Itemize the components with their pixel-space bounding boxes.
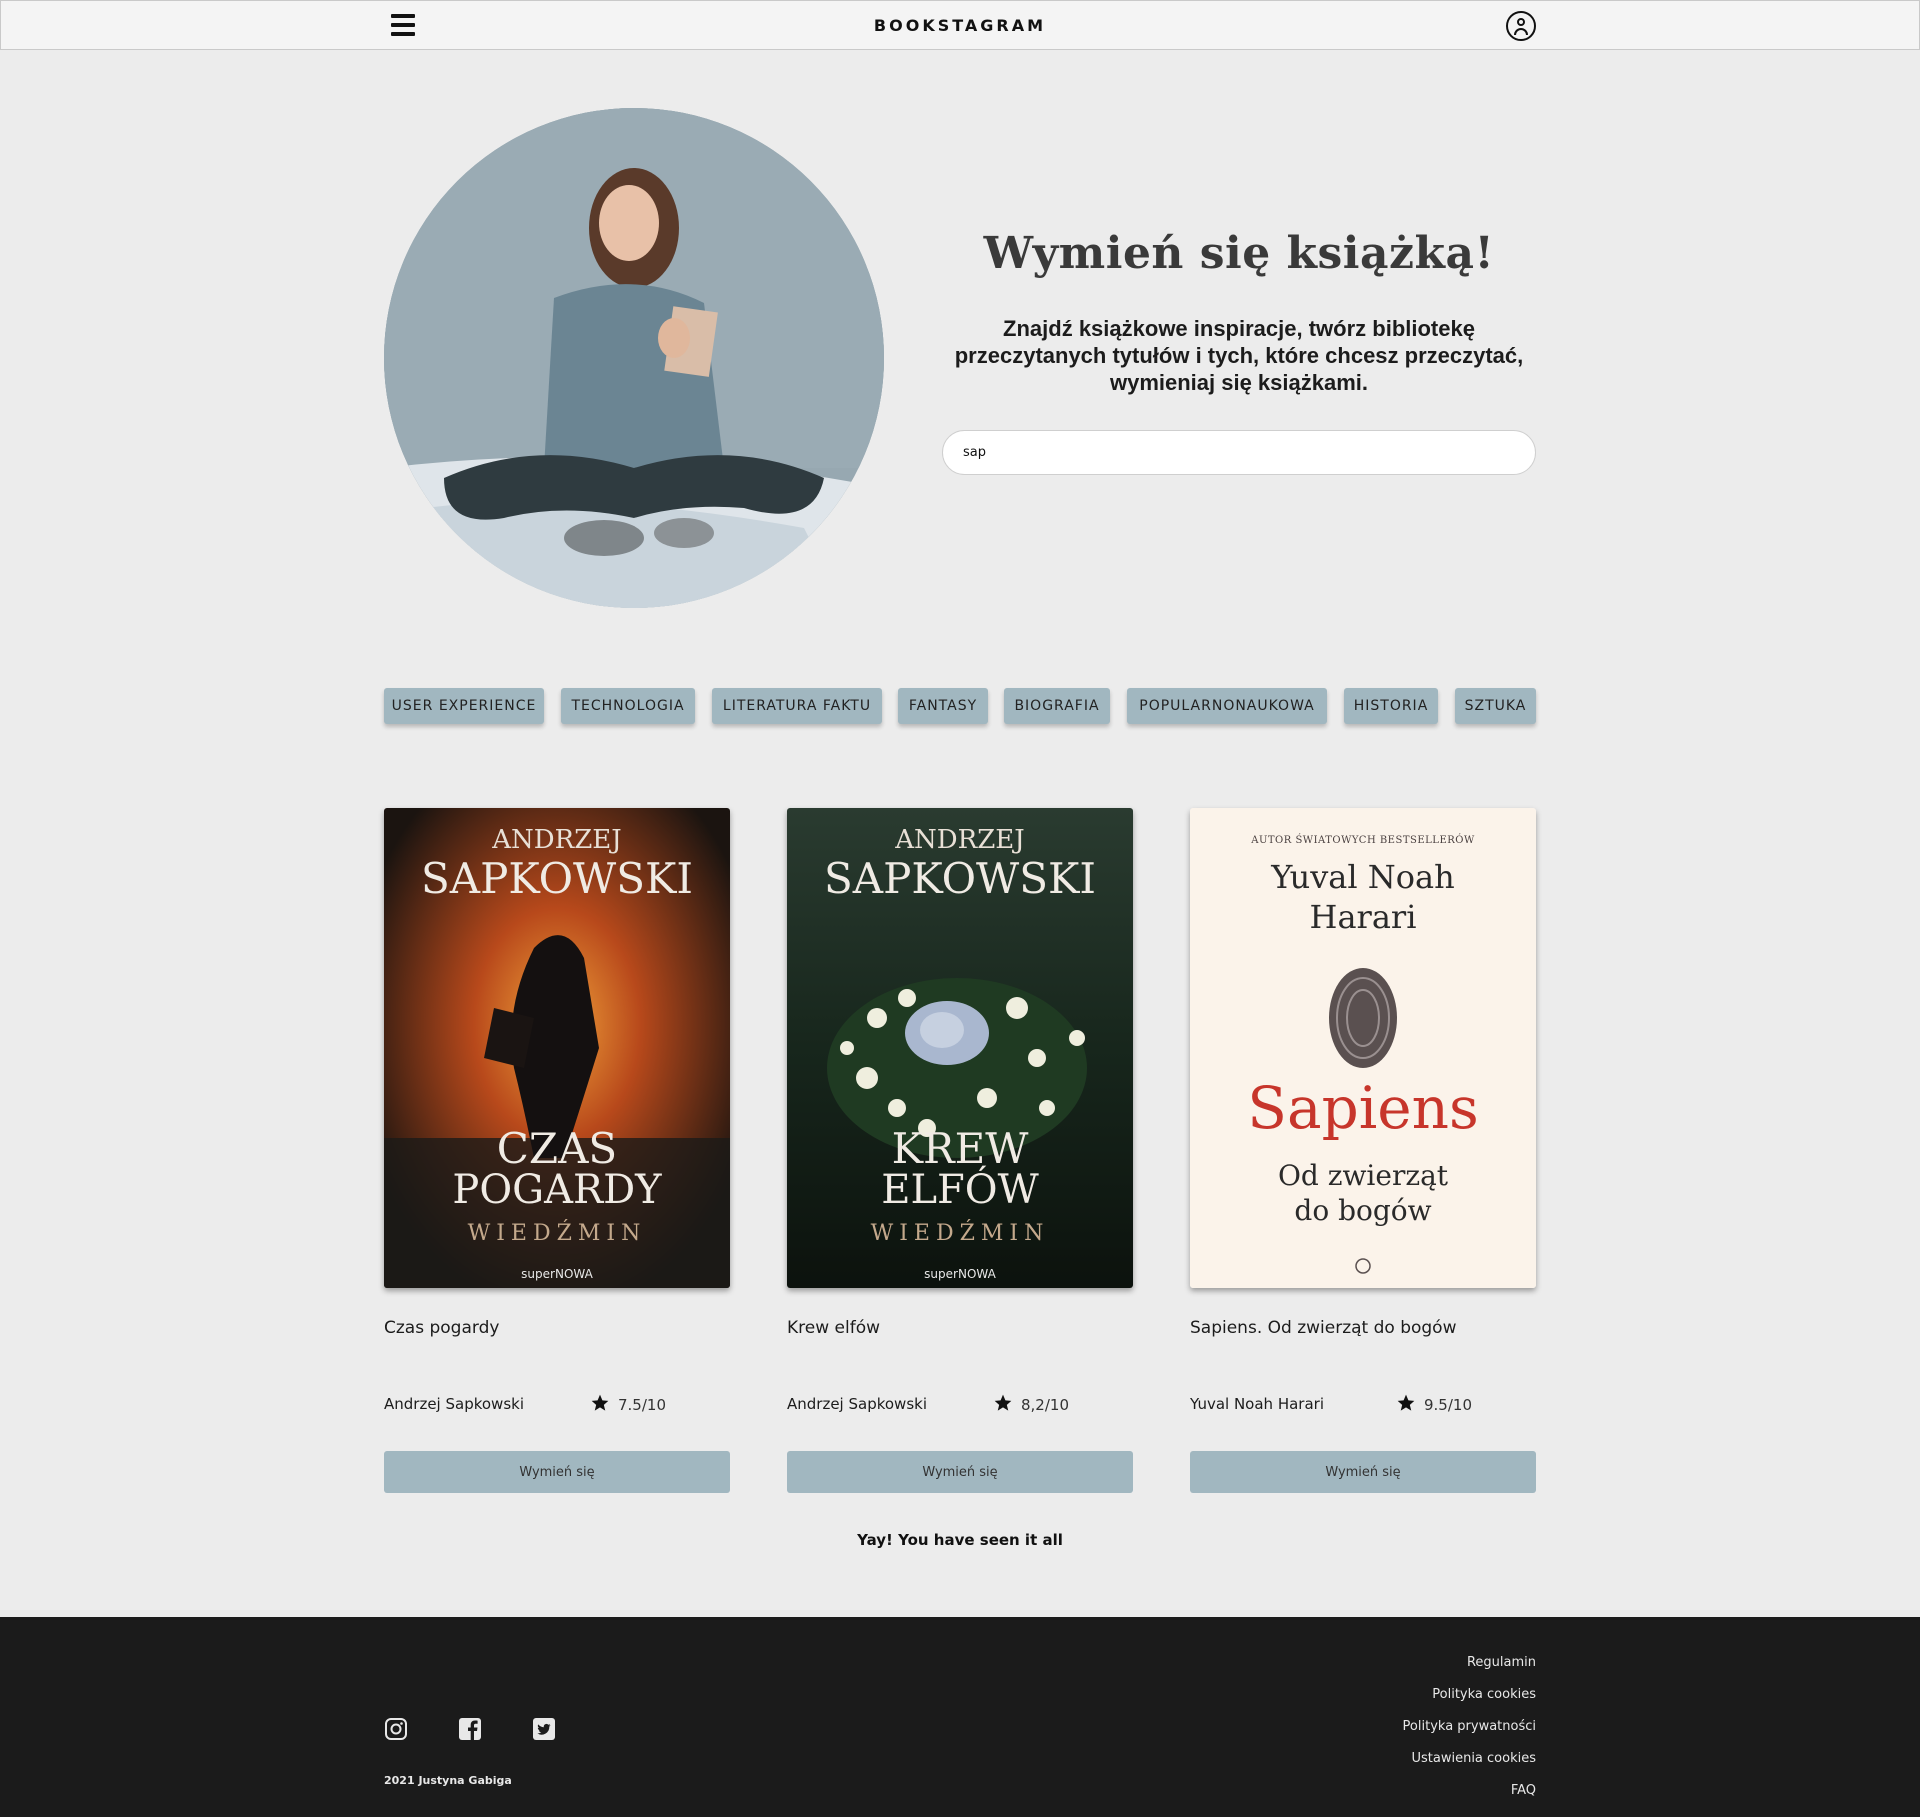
swap-book-button[interactable]: Wymień się <box>787 1451 1133 1493</box>
category-popularnonaukowa[interactable]: POPULARNONAUKOWA <box>1127 688 1327 724</box>
twitter-icon[interactable] <box>532 1717 556 1741</box>
book-title[interactable]: Sapiens. Od zwierząt do bogów <box>1190 1318 1536 1338</box>
brand-logo[interactable]: BOOKSTAGRAM <box>1 16 1919 35</box>
book-card: ANDRZEJ SAPKOWSKI CZAS POGARDY WIEDŹMIN … <box>384 808 730 1493</box>
svg-text:superNOWA: superNOWA <box>521 1267 593 1281</box>
footer-link-polityka-prywatnosci[interactable]: Polityka prywatności <box>1403 1711 1536 1743</box>
hero-title: Wymień się książką! <box>983 228 1495 279</box>
category-fantasy[interactable]: FANTASY <box>898 688 988 724</box>
hero-text: Wymień się książką! Znajdź książkowe ins… <box>942 228 1536 396</box>
swap-book-button[interactable]: Wymień się <box>1190 1451 1536 1493</box>
book-card: ANDRZEJ SAPKOWSKI KREW ELFÓW WIEDŹMIN su… <box>787 808 1133 1493</box>
svg-text:AUTOR ŚWIATOWYCH BESTSELLERÓW: AUTOR ŚWIATOWYCH BESTSELLERÓW <box>1250 834 1475 846</box>
svg-text:do bogów: do bogów <box>1294 1194 1431 1227</box>
copyright: 2021 Justyna Gabiga <box>384 1774 512 1787</box>
search-input[interactable] <box>942 430 1536 475</box>
svg-text:Od zwierząt: Od zwierząt <box>1278 1159 1449 1192</box>
book-rating: 7.5/10 <box>618 1396 666 1414</box>
social-links <box>384 1717 556 1741</box>
footer-link-faq[interactable]: FAQ <box>1403 1775 1536 1807</box>
svg-text:SAPKOWSKI: SAPKOWSKI <box>421 854 693 903</box>
facebook-icon[interactable] <box>458 1717 482 1741</box>
book-rating: 8,2/10 <box>1021 1396 1069 1414</box>
category-sztuka[interactable]: SZTUKA <box>1455 688 1536 724</box>
svg-text:ANDRZEJ: ANDRZEJ <box>894 825 1024 855</box>
book-meta: Andrzej Sapkowski 8,2/10 <box>787 1393 1133 1415</box>
instagram-icon[interactable] <box>384 1717 408 1741</box>
svg-text:POGARDY: POGARDY <box>452 1167 662 1213</box>
svg-text:Yuval Noah: Yuval Noah <box>1270 858 1454 896</box>
star-icon <box>994 1394 1012 1411</box>
hero-image <box>384 108 884 608</box>
book-cover[interactable]: ANDRZEJ SAPKOWSKI KREW ELFÓW WIEDŹMIN su… <box>787 808 1133 1288</box>
book-author: Andrzej Sapkowski <box>384 1395 524 1413</box>
svg-text:SAPKOWSKI: SAPKOWSKI <box>824 854 1096 903</box>
svg-text:WIEDŹMIN: WIEDŹMIN <box>468 1219 647 1246</box>
book-meta: Yuval Noah Harari 9.5/10 <box>1190 1393 1536 1415</box>
book-author: Yuval Noah Harari <box>1190 1395 1324 1413</box>
star-icon <box>591 1394 609 1411</box>
book-author: Andrzej Sapkowski <box>787 1395 927 1413</box>
hero-subtitle: Znajdź książkowe inspiracje, twórz bibli… <box>954 316 1524 395</box>
category-biografia[interactable]: BIOGRAFIA <box>1004 688 1110 724</box>
svg-text:ELFÓW: ELFÓW <box>881 1166 1038 1213</box>
book-title[interactable]: Czas pogardy <box>384 1318 730 1338</box>
end-of-list-message: Yay! You have seen it all <box>857 1531 1063 1549</box>
top-navbar: BOOKSTAGRAM <box>0 0 1920 50</box>
book-card: AUTOR ŚWIATOWYCH BESTSELLERÓW Yuval Noah… <box>1190 808 1536 1493</box>
footer-link-ustawienia-cookies[interactable]: Ustawienia cookies <box>1403 1743 1536 1775</box>
svg-text:ANDRZEJ: ANDRZEJ <box>491 825 621 855</box>
book-title[interactable]: Krew elfów <box>787 1318 1133 1338</box>
book-cover[interactable]: ANDRZEJ SAPKOWSKI CZAS POGARDY WIEDŹMIN … <box>384 808 730 1288</box>
star-icon <box>1397 1394 1415 1411</box>
footer: Regulamin Polityka cookies Polityka pryw… <box>0 1617 1920 1817</box>
svg-text:WIEDŹMIN: WIEDŹMIN <box>871 1219 1050 1246</box>
category-technologia[interactable]: TECHNOLOGIA <box>561 688 695 724</box>
svg-text:Sapiens: Sapiens <box>1247 1074 1478 1142</box>
footer-links: Regulamin Polityka cookies Polityka pryw… <box>1403 1647 1536 1807</box>
book-cover[interactable]: AUTOR ŚWIATOWYCH BESTSELLERÓW Yuval Noah… <box>1190 808 1536 1288</box>
category-historia[interactable]: HISTORIA <box>1344 688 1438 724</box>
book-meta: Andrzej Sapkowski 7.5/10 <box>384 1393 730 1415</box>
svg-text:Harari: Harari <box>1310 898 1417 936</box>
category-user-experience[interactable]: USER EXPERIENCE <box>384 688 544 724</box>
user-account-icon[interactable] <box>1506 11 1536 41</box>
swap-book-button[interactable]: Wymień się <box>384 1451 730 1493</box>
footer-link-polityka-cookies[interactable]: Polityka cookies <box>1403 1679 1536 1711</box>
svg-text:KREW: KREW <box>892 1124 1030 1173</box>
category-literatura-faktu[interactable]: LITERATURA FAKTU <box>712 688 882 724</box>
svg-text:CZAS: CZAS <box>497 1124 617 1173</box>
svg-text:superNOWA: superNOWA <box>924 1267 996 1281</box>
footer-link-regulamin[interactable]: Regulamin <box>1403 1647 1536 1679</box>
book-rating: 9.5/10 <box>1424 1396 1472 1414</box>
